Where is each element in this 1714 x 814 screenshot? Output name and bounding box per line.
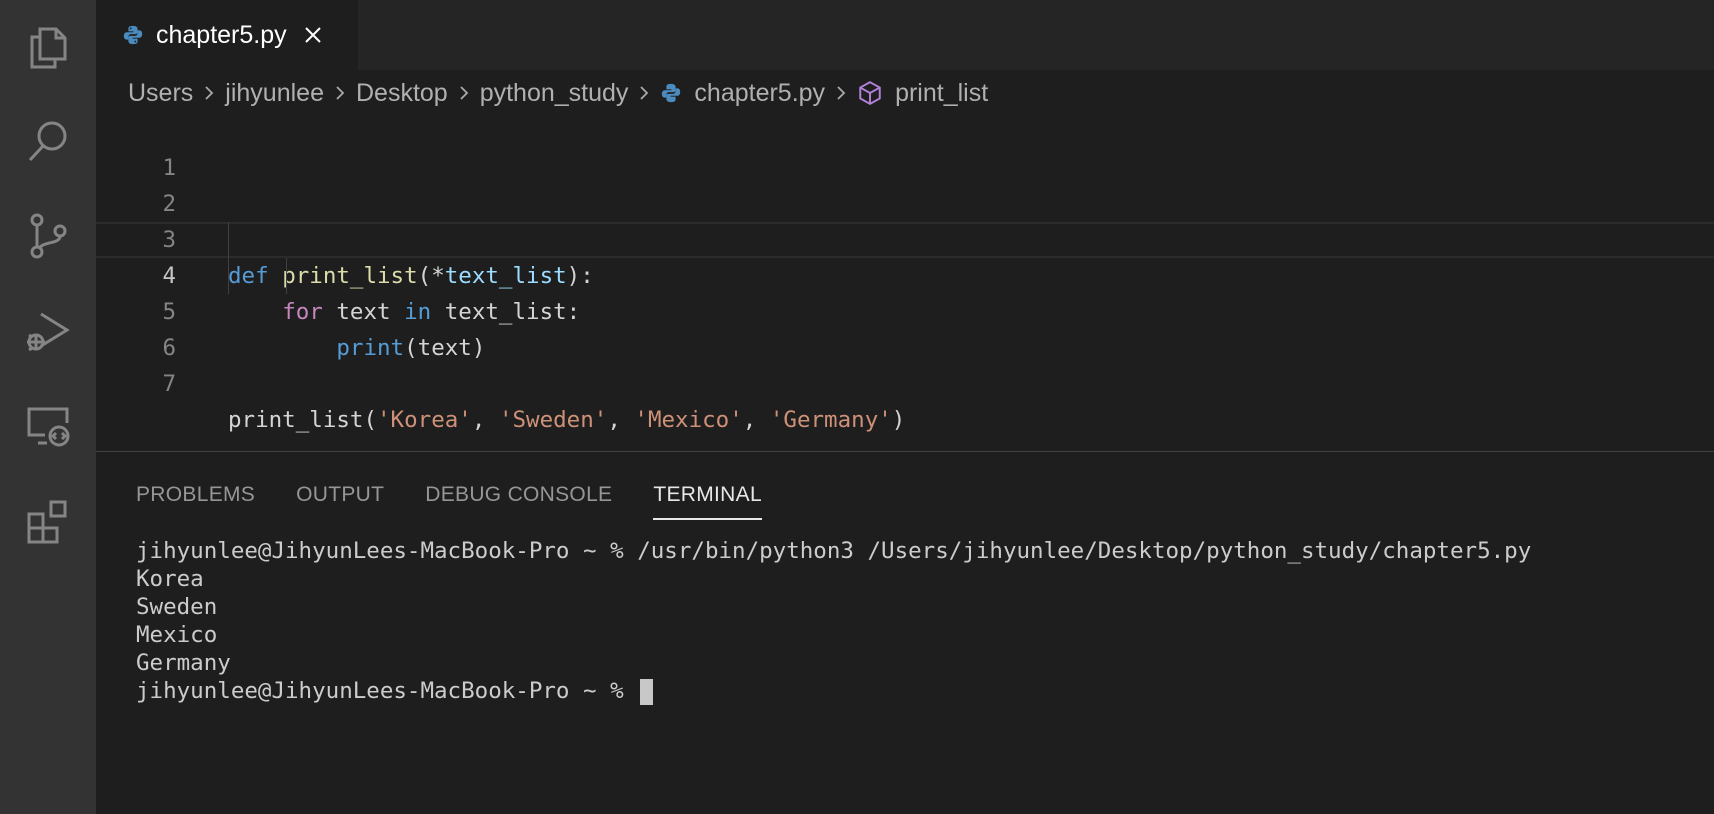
line-content: print_list('Korea', 'Sweden', 'Mexico', … [228,402,905,438]
tab-label: chapter5.py [156,20,287,49]
tab-terminal[interactable]: TERMINAL [653,472,762,520]
string-token: 'Korea' [377,407,472,433]
tab-problems[interactable]: PROBLEMS [136,472,255,518]
activity-bar [0,0,96,814]
code-line-current[interactable]: 4 for text in text_list: [96,222,1714,325]
close-icon[interactable] [303,25,323,45]
terminal-line: Germany [136,650,231,676]
terminal-line: Mexico [136,622,218,648]
punctuation-token: ( [363,407,378,433]
punctuation-token: , [742,407,770,433]
function-call-token: print_list [228,407,364,433]
remote-explorer-icon[interactable] [20,398,76,454]
breadcrumb-item-users[interactable]: Users [128,79,193,108]
search-icon[interactable] [20,113,76,169]
terminal-cursor [640,678,654,705]
code-line[interactable]: 1 [96,114,1714,181]
string-token: 'Mexico' [634,407,743,433]
tab-output[interactable]: OUTPUT [296,472,384,518]
string-token: 'Sweden' [498,407,608,433]
breadcrumb-item-jihyunlee[interactable]: jihyunlee [225,79,324,108]
terminal-prompt-line[interactable]: jihyunlee@JihyunLees-MacBook-Pro ~ % [136,677,1694,705]
punctuation-token: , [607,407,635,433]
extensions-icon[interactable] [20,493,76,549]
python-file-icon [660,82,682,104]
explorer-icon[interactable] [20,18,76,74]
tab-debug-console[interactable]: DEBUG CONSOLE [425,472,612,518]
bottom-panel: PROBLEMS OUTPUT DEBUG CONSOLE TERMINAL j… [96,451,1714,814]
method-cube-icon [857,80,883,106]
code-line[interactable]: 2 [96,150,1714,217]
line-number: 7 [162,371,176,397]
chevron-right-icon [834,84,848,102]
terminal[interactable]: jihyunlee@JihyunLees-MacBook-Pro ~ % /us… [136,537,1694,705]
breadcrumb: Users jihyunlee Desktop python_study cha… [128,72,988,114]
breadcrumb-item-python-study[interactable]: python_study [480,79,629,108]
indent-guide [286,258,287,294]
punctuation-token: , [471,407,499,433]
code-line[interactable]: 6 [96,294,1714,361]
source-control-icon[interactable] [20,208,76,264]
string-token: 'Germany' [769,407,892,433]
indent-guide [228,222,229,294]
run-debug-icon[interactable] [20,303,76,359]
terminal-line: Sweden [136,594,218,620]
chevron-right-icon [637,84,651,102]
code-line[interactable]: 3 def print_list(*text_list): [96,186,1714,289]
chevron-right-icon [333,84,347,102]
breadcrumb-item-desktop[interactable]: Desktop [356,79,448,108]
code-editor[interactable]: 1 2 3 def print_list(*text_list): 4 for … [96,114,1714,450]
tab-bar: chapter5.py [96,0,1714,70]
terminal-line: jihyunlee@JihyunLees-MacBook-Pro ~ % /us… [136,538,1532,564]
terminal-prompt: jihyunlee@JihyunLees-MacBook-Pro ~ % [136,678,638,704]
chevron-right-icon [202,84,216,102]
punctuation-token: ) [891,407,906,433]
chevron-right-icon [457,84,471,102]
python-file-icon [123,25,143,45]
panel-tabs: PROBLEMS OUTPUT DEBUG CONSOLE TERMINAL [136,472,803,522]
code-line[interactable]: 5 print(text) [96,258,1714,361]
breadcrumb-item-file[interactable]: chapter5.py [694,79,825,108]
terminal-line: Korea [136,566,204,592]
breadcrumb-item-symbol[interactable]: print_list [895,79,988,108]
code-line[interactable]: 7 print_list('Korea', 'Sweden', 'Mexico'… [96,330,1714,433]
editor-tab[interactable]: chapter5.py [96,0,358,70]
